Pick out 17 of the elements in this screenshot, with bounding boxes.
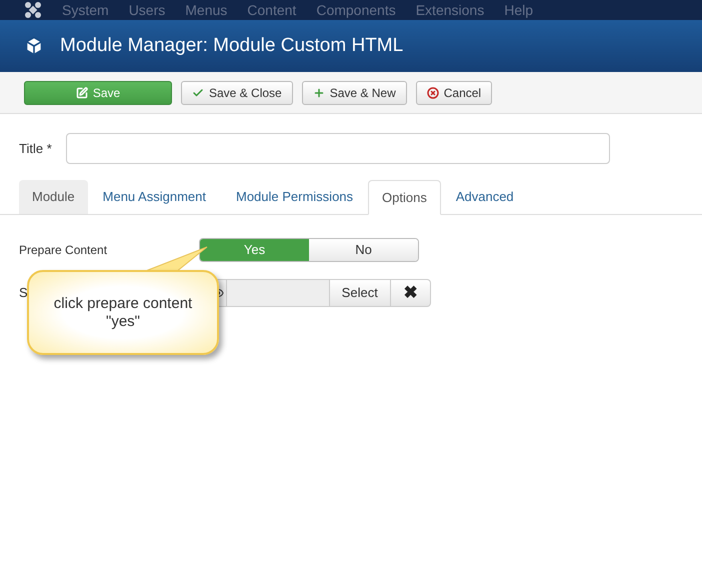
tab[interactable]: Advanced [440, 180, 529, 214]
page-title: Module Manager: Module Custom HTML [60, 34, 404, 58]
tab[interactable]: Module [19, 180, 88, 214]
select-button[interactable]: Select [328, 279, 391, 307]
clear-button[interactable]: ✖ [390, 279, 431, 307]
tab[interactable]: Module Permissions [220, 180, 368, 214]
field-label: Title * [19, 140, 53, 158]
toggle-option[interactable]: No [309, 239, 418, 261]
toolbar-button[interactable]: Save & New [302, 80, 407, 104]
toggle-option[interactable]: Yes [200, 239, 309, 261]
tab[interactable]: Options [368, 180, 441, 215]
toolbar-button[interactable]: Save & Close [181, 80, 293, 104]
tab[interactable]: Menu Assignment [88, 180, 221, 214]
toolbar-button[interactable]: Cancel [416, 80, 492, 104]
callout-tooltip: click prepare content "yes" [27, 270, 219, 355]
field-label: S [19, 284, 28, 302]
field-label: Prepare Content [19, 242, 108, 259]
